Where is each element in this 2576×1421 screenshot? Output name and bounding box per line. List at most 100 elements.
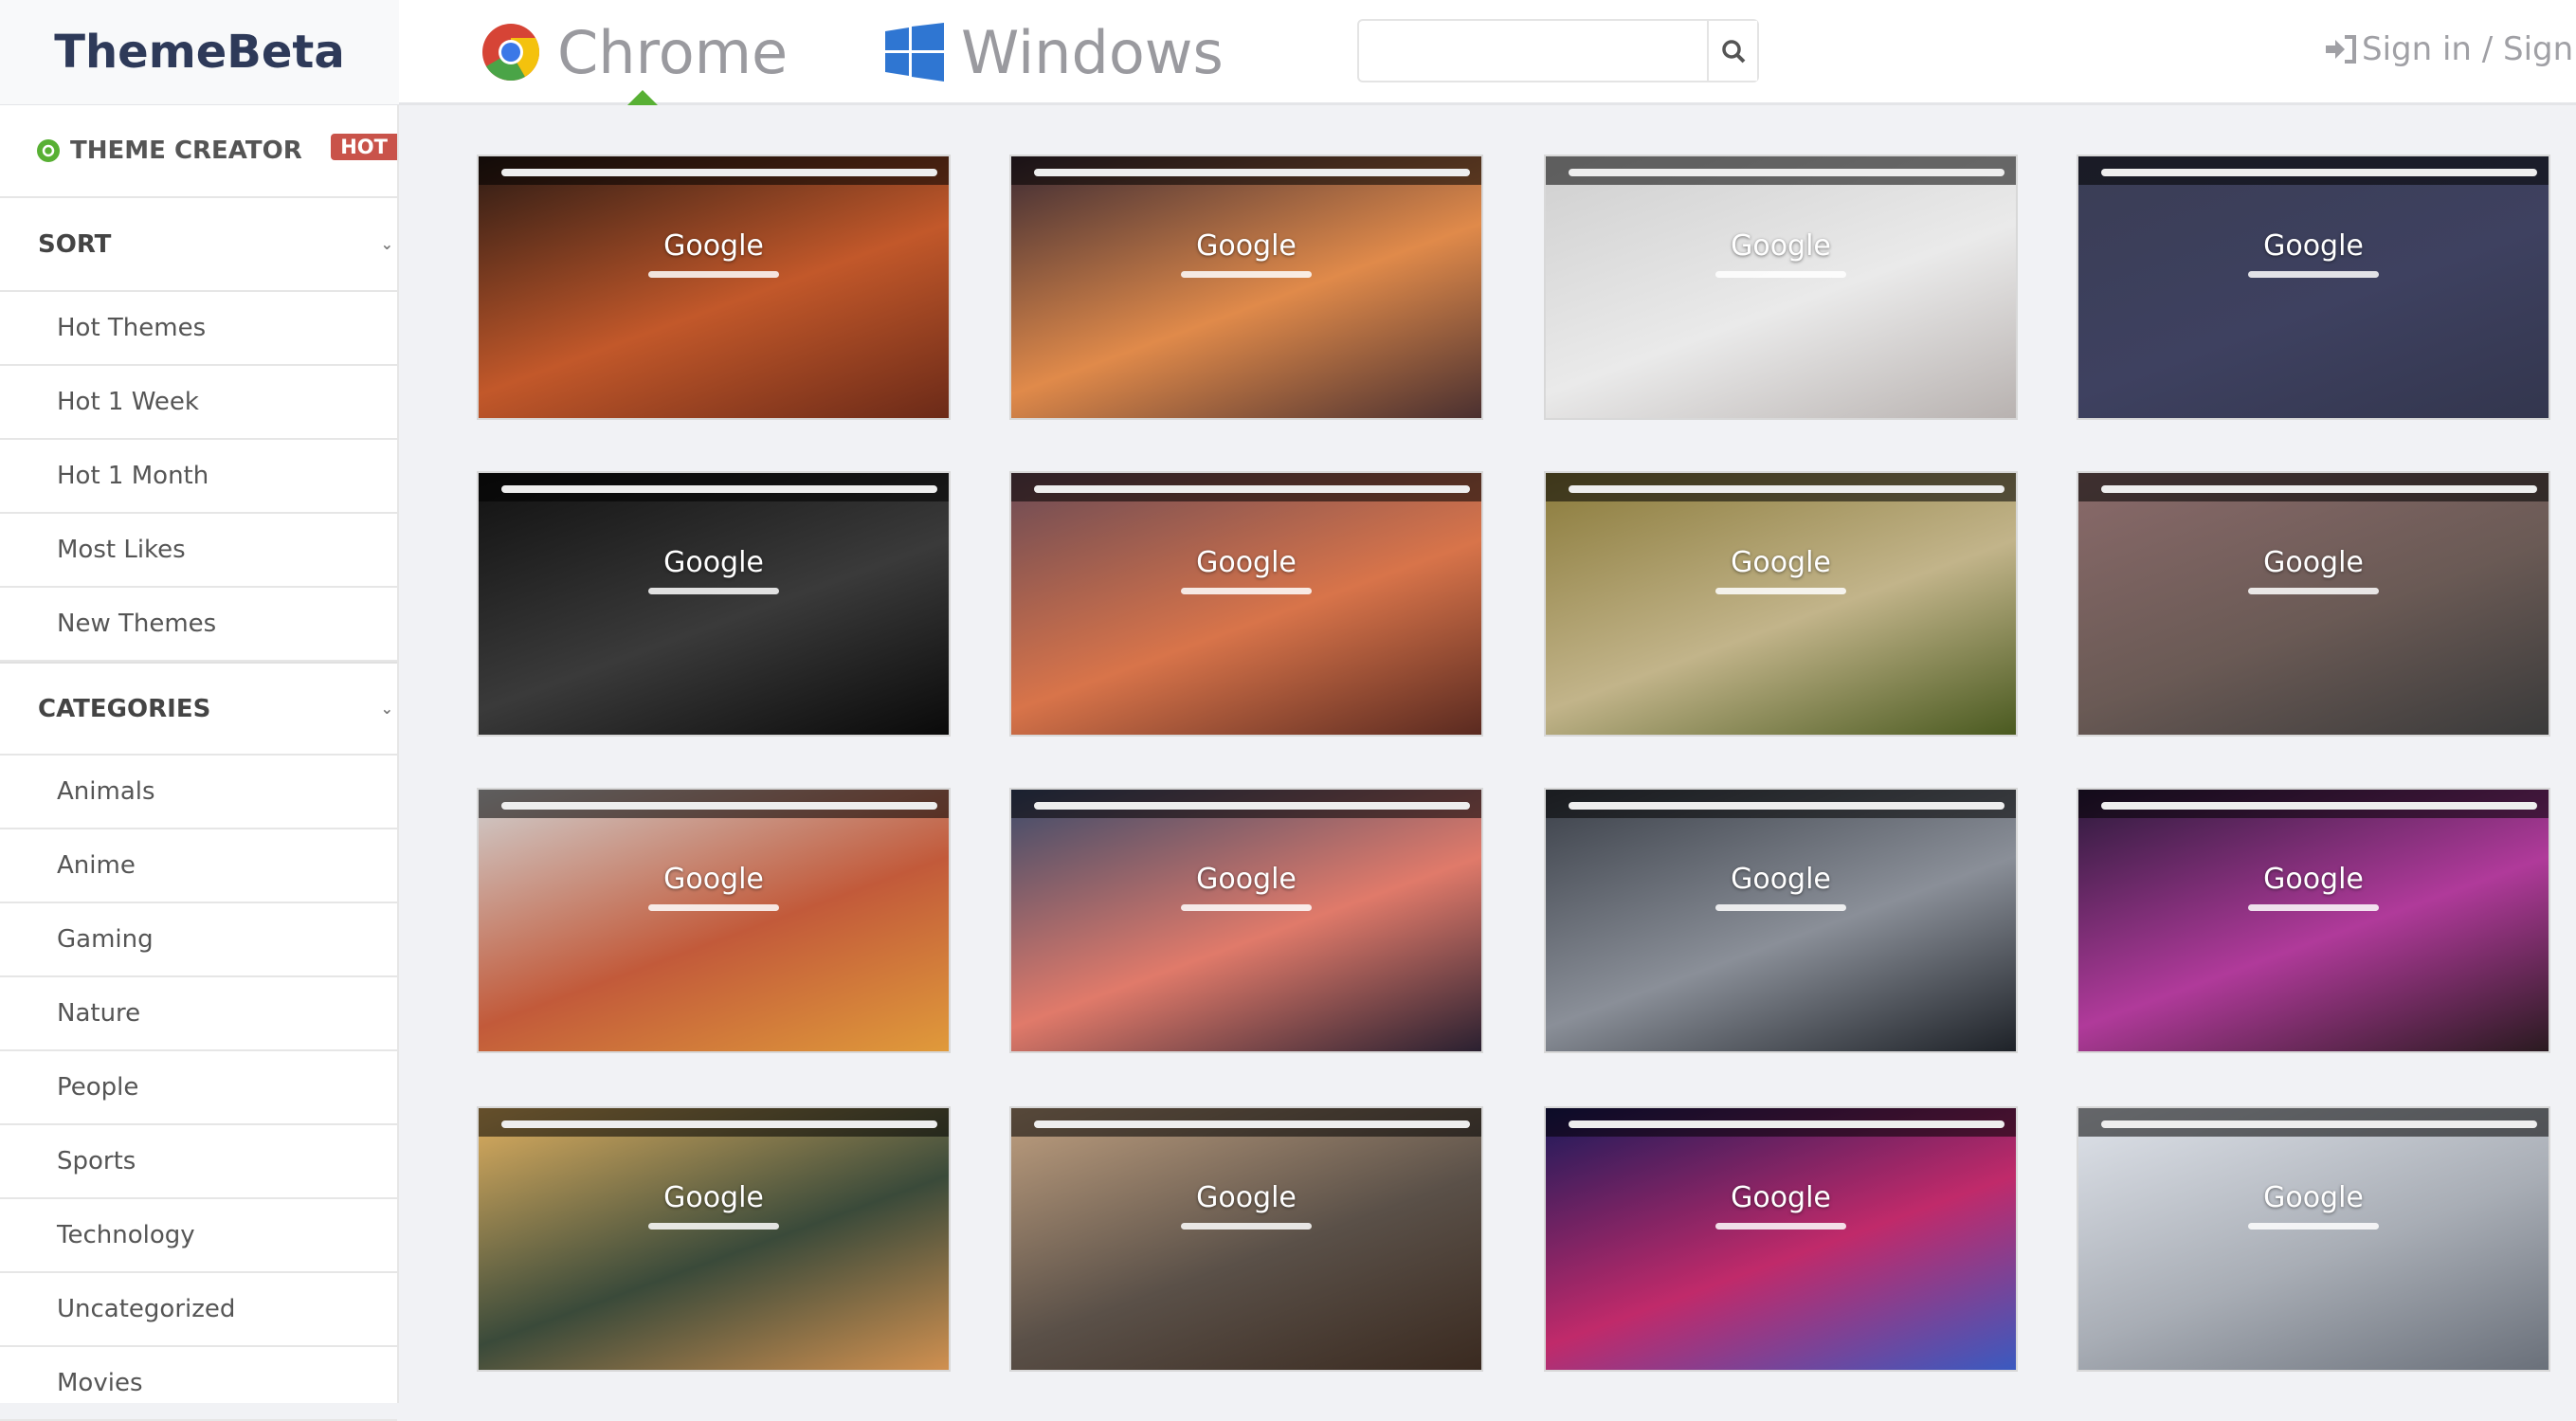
browser-toolbar: [1011, 473, 1481, 501]
category-movies[interactable]: Movies: [0, 1347, 397, 1421]
google-logo-text: Google: [2263, 546, 2364, 580]
category-technology[interactable]: Technology: [0, 1199, 397, 1273]
theme-thumbnail-pebble-beach[interactable]: Google: [1009, 1106, 1483, 1372]
chrome-icon: [482, 24, 540, 82]
nav-chrome-label: Chrome: [557, 17, 789, 87]
category-nature[interactable]: Nature: [0, 977, 397, 1051]
theme-thumbnail-snowy-mountain[interactable]: Google: [1544, 788, 2018, 1053]
google-logo-text: Google: [2263, 863, 2364, 897]
category-uncategorized[interactable]: Uncategorized: [0, 1273, 397, 1347]
sort-item-hot-1-week[interactable]: Hot 1 Week: [0, 366, 397, 440]
sort-item-hot-1-month[interactable]: Hot 1 Month: [0, 440, 397, 514]
google-logo-text: Google: [1731, 863, 1831, 897]
search-bar-preview: [1714, 588, 1847, 595]
category-gaming[interactable]: Gaming: [0, 903, 397, 977]
theme-thumbnail-halloween-cat[interactable]: Google: [2077, 155, 2550, 420]
search-bar-preview: [2247, 1223, 2380, 1230]
browser-toolbar: [2078, 156, 2549, 185]
nav-windows-label: Windows: [961, 17, 1224, 87]
google-logo-text: Google: [2263, 229, 2364, 264]
google-logo-text: Google: [1731, 229, 1831, 264]
sort-item-hot-themes[interactable]: Hot Themes: [0, 292, 397, 366]
theme-thumbnail-sunset-clouds[interactable]: Google: [1009, 155, 1483, 420]
browser-toolbar: [479, 790, 949, 818]
search-bar-preview: [647, 588, 780, 595]
chevron-down-icon: ⌄: [380, 235, 393, 253]
theme-thumbnail-anime-autumn-leaves[interactable]: Google: [477, 1106, 951, 1372]
categories-title: CATEGORIES: [38, 694, 211, 723]
browser-toolbar: [2078, 473, 2549, 501]
search-bar-preview: [1714, 904, 1847, 912]
google-logo-text: Google: [663, 1181, 764, 1215]
theme-thumbnail-network-bokeh[interactable]: Google: [1544, 1106, 2018, 1372]
search-bar-preview: [647, 1223, 780, 1230]
theme-thumbnail-half-dome[interactable]: Google: [2077, 471, 2550, 737]
theme-thumbnail-moon-night[interactable]: Google: [477, 471, 951, 737]
sort-item-new-themes[interactable]: New Themes: [0, 588, 397, 662]
sort-item-most-likes[interactable]: Most Likes: [0, 514, 397, 588]
theme-creator-link[interactable]: THEME CREATOR HOT: [0, 105, 397, 198]
sort-title: SORT: [38, 229, 112, 259]
sidebar: THEME CREATOR HOT SORT ⌄ Hot Themes Hot 1 …: [0, 105, 399, 1421]
theme-thumbnail-anime-girl-snow[interactable]: Google: [1544, 155, 2018, 420]
browser-toolbar: [479, 473, 949, 501]
google-logo-text: Google: [663, 863, 764, 897]
search-bar-preview: [2247, 588, 2380, 595]
browser-toolbar: [479, 1108, 949, 1137]
google-logo-text: Google: [1196, 1181, 1297, 1215]
header: ThemeBeta Chrome Windows Sign in / Sign …: [0, 0, 2576, 105]
google-logo-text: Google: [663, 229, 764, 264]
search-bar-preview: [1180, 904, 1313, 912]
theme-thumbnail-flamingos[interactable]: Google: [1009, 471, 1483, 737]
sign-in-icon: [2326, 35, 2356, 64]
search-bar-preview: [2247, 904, 2380, 912]
search-bar-preview: [1180, 1223, 1313, 1230]
theme-thumbnail-architecture-facade[interactable]: Google: [2077, 1106, 2550, 1372]
google-logo-text: Google: [1196, 546, 1297, 580]
nav-chrome[interactable]: Chrome: [481, 0, 788, 104]
theme-creator-label: THEME CREATOR: [70, 137, 302, 165]
google-logo-text: Google: [1196, 863, 1297, 897]
hot-badge: HOT: [331, 134, 397, 160]
search-bar-preview: [647, 271, 780, 279]
signin-link[interactable]: Sign in / Sign up: [2324, 30, 2576, 68]
search-icon: [1721, 39, 1745, 63]
browser-toolbar: [1546, 473, 2016, 501]
categories-section-toggle[interactable]: CATEGORIES ⌄: [0, 662, 397, 756]
theme-thumbnail-snowdrops[interactable]: Google: [1544, 471, 2018, 737]
browser-toolbar: [1546, 1108, 2016, 1137]
search-bar-preview: [1180, 271, 1313, 279]
google-logo-text: Google: [1731, 546, 1831, 580]
theme-thumbnail-volcanic-landscape[interactable]: Google: [477, 155, 951, 420]
sort-section-toggle[interactable]: SORT ⌄: [0, 198, 397, 292]
search-button[interactable]: [1707, 21, 1757, 81]
search-bar-preview: [1714, 1223, 1847, 1230]
browser-toolbar: [2078, 790, 2549, 818]
search-bar-preview: [1180, 588, 1313, 595]
active-nav-indicator: [627, 90, 658, 105]
search-box: [1357, 19, 1759, 82]
category-animals[interactable]: Animals: [0, 756, 397, 829]
browser-toolbar: [1011, 1108, 1481, 1137]
chevron-down-icon: ⌄: [380, 700, 393, 718]
browser-toolbar: [1546, 156, 2016, 185]
nav-windows[interactable]: Windows: [885, 0, 1224, 104]
category-sports[interactable]: Sports: [0, 1125, 397, 1199]
google-logo-text: Google: [2263, 1181, 2364, 1215]
google-logo-text: Google: [663, 546, 764, 580]
search-bar-preview: [2247, 271, 2380, 279]
chrome-creator-icon: [37, 139, 60, 162]
windows-icon: [885, 23, 944, 82]
google-logo-text: Google: [1731, 1181, 1831, 1215]
search-input[interactable]: [1359, 21, 1707, 81]
category-people[interactable]: People: [0, 1051, 397, 1125]
browser-toolbar: [1011, 790, 1481, 818]
category-anime[interactable]: Anime: [0, 829, 397, 903]
browser-toolbar: [479, 156, 949, 185]
theme-thumbnail-purple-night-sky[interactable]: Google: [2077, 788, 2550, 1053]
logo[interactable]: ThemeBeta: [0, 0, 399, 104]
theme-thumbnail-anime-station-sunset[interactable]: Google: [1009, 788, 1483, 1053]
search-bar-preview: [647, 904, 780, 912]
theme-thumbnail-lockers[interactable]: Google: [477, 788, 951, 1053]
search-bar-preview: [1714, 271, 1847, 279]
